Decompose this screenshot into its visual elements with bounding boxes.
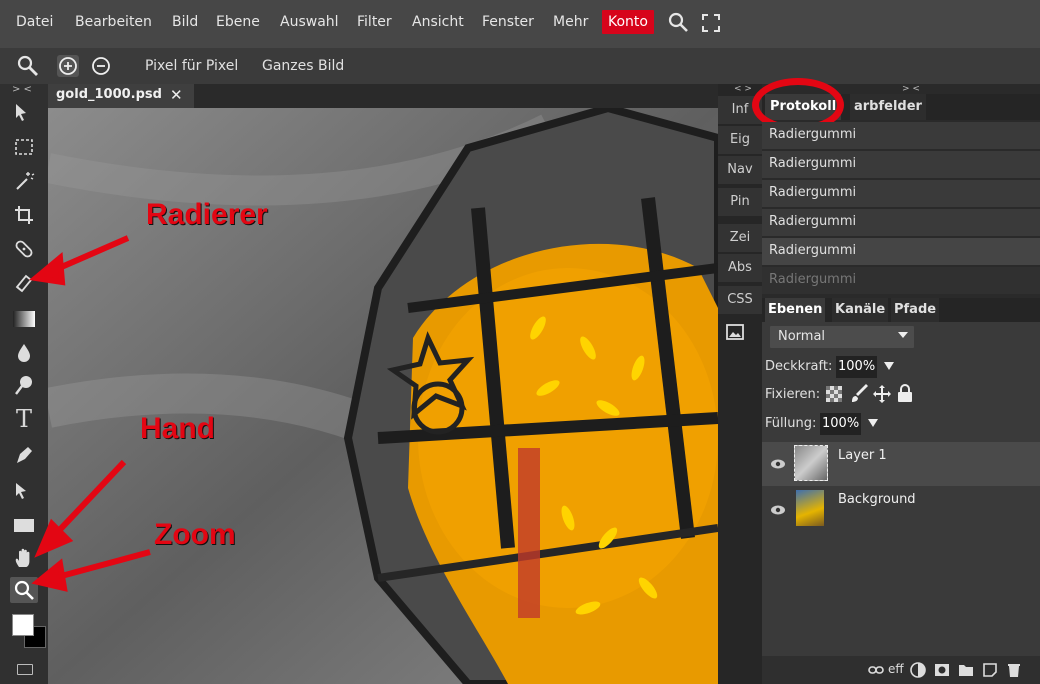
marquee-icon xyxy=(15,139,33,155)
layers-footer: eff xyxy=(762,656,1040,684)
opacity-input[interactable]: 100% xyxy=(836,356,878,378)
options-bar: Pixel für Pixel Ganzes Bild xyxy=(0,48,1040,84)
history-item-disabled[interactable]: Radiergummi xyxy=(762,267,1040,296)
ganzes-bild-button[interactable]: Ganzes Bild xyxy=(262,58,344,74)
history-item-label: Radiergummi xyxy=(769,272,857,287)
layer-effects-button[interactable]: eff xyxy=(888,662,904,676)
history-item-label: Radiergummi xyxy=(769,127,857,142)
history-item-label: Radiergummi xyxy=(769,214,857,229)
menu-mehr[interactable]: Mehr xyxy=(553,10,588,34)
marquee-tool[interactable] xyxy=(10,134,38,160)
lock-move-icon[interactable] xyxy=(872,384,892,404)
tab-navigator[interactable]: Nav xyxy=(718,156,762,184)
lock-brush-icon[interactable] xyxy=(850,384,870,404)
history-item-label: Radiergummi xyxy=(769,185,857,200)
layer-name: Layer 1 xyxy=(838,448,887,463)
history-item[interactable]: Radiergummi xyxy=(762,209,1040,238)
tab-zeichen[interactable]: Zei xyxy=(718,224,762,252)
layers-panel: Normal Deckkraft: 100% Fixieren: Füllung… xyxy=(762,322,1040,684)
side-panel-collapse[interactable]: < > xyxy=(734,84,752,94)
layer-thumbnail xyxy=(796,490,824,526)
tab-farbfelder[interactable]: arbfelder xyxy=(850,94,926,120)
account-button[interactable]: Konto xyxy=(602,10,654,34)
layer-thumbnail xyxy=(794,445,828,481)
layers-tabbar: Ebenen Kanäle Pfade xyxy=(762,298,1040,322)
menu-bild[interactable]: Bild xyxy=(172,10,198,34)
search-icon[interactable] xyxy=(668,12,690,34)
fill-input[interactable]: 100% xyxy=(820,413,862,435)
document-tabs: gold_1000.psd ✕ xyxy=(48,84,718,108)
menu-fenster[interactable]: Fenster xyxy=(482,10,534,34)
lock-all-icon[interactable] xyxy=(896,383,914,403)
right-panels: > < Protokoll arbfelder Radiergummi Radi… xyxy=(752,78,1040,684)
menu-bearbeiten[interactable]: Bearbeiten xyxy=(75,10,152,34)
layer-row[interactable]: Background xyxy=(762,486,1040,530)
menu-datei[interactable]: Datei xyxy=(16,10,53,34)
tab-ebenen[interactable]: Ebenen xyxy=(765,298,826,322)
menu-bar: Datei Bearbeiten Bild Ebene Auswahl Filt… xyxy=(0,0,1040,48)
adjustment-layer-icon[interactable] xyxy=(910,662,926,678)
zoom-tool-icon xyxy=(17,55,38,76)
menu-ebene[interactable]: Ebene xyxy=(216,10,260,34)
menu-auswahl[interactable]: Auswahl xyxy=(280,10,339,34)
layer-row-active[interactable]: Layer 1 xyxy=(762,442,1040,486)
chevron-down-icon xyxy=(898,332,908,338)
document-tab[interactable]: gold_1000.psd ✕ xyxy=(48,84,194,108)
new-layer-icon[interactable] xyxy=(982,662,998,678)
toolbar-collapse[interactable]: > < xyxy=(12,84,32,95)
layer-mask-icon[interactable] xyxy=(934,662,950,678)
visibility-eye-icon[interactable] xyxy=(770,458,786,470)
keyboard-icon[interactable] xyxy=(17,664,33,675)
side-panel-tabs: < > Inf Eig Nav Pin Zei Abs CSS xyxy=(718,84,762,684)
menu-filter[interactable]: Filter xyxy=(357,10,392,34)
document-tab-title: gold_1000.psd xyxy=(56,87,162,102)
lock-transparency-icon[interactable] xyxy=(826,386,842,402)
opacity-label: Deckkraft: xyxy=(765,359,833,374)
tab-pfade[interactable]: Pfade xyxy=(891,298,940,322)
history-item-active[interactable]: Radiergummi xyxy=(762,238,1040,267)
pixel-fuer-pixel-button[interactable]: Pixel für Pixel xyxy=(145,58,238,74)
magic-wand-icon xyxy=(16,172,35,190)
image-icon[interactable] xyxy=(726,324,744,340)
history-item[interactable]: Radiergummi xyxy=(762,151,1040,180)
folder-icon[interactable] xyxy=(958,662,974,678)
history-item-label: Radiergummi xyxy=(769,156,857,171)
fill-label: Füllung: xyxy=(765,416,817,431)
annotation-arrows xyxy=(28,235,151,592)
annotation-zoom: Zoom xyxy=(154,518,236,551)
blend-mode-value: Normal xyxy=(778,329,826,344)
menu-ansicht[interactable]: Ansicht xyxy=(412,10,464,34)
link-layers-icon[interactable] xyxy=(868,665,884,675)
tab-absatz[interactable]: Abs xyxy=(718,254,762,282)
history-item[interactable]: Radiergummi xyxy=(762,122,1040,151)
move-tool[interactable] xyxy=(10,100,38,126)
magic-wand-tool[interactable] xyxy=(10,168,38,194)
history-item[interactable]: Radiergummi xyxy=(762,180,1040,209)
zoom-in-icon[interactable] xyxy=(57,55,79,77)
layer-name: Background xyxy=(838,492,916,507)
close-tab-icon[interactable]: ✕ xyxy=(170,86,183,104)
tab-css[interactable]: CSS xyxy=(718,286,762,314)
annotation-radierer: Radierer xyxy=(146,198,268,231)
opacity-dropdown-icon[interactable] xyxy=(884,362,894,370)
tab-kanaele[interactable]: Kanäle xyxy=(832,298,889,322)
fullscreen-icon[interactable] xyxy=(700,12,722,34)
move-arrow-icon xyxy=(16,104,26,121)
right-panel-collapse[interactable]: > < xyxy=(902,84,920,94)
delete-layer-icon[interactable] xyxy=(1006,662,1022,678)
lock-label: Fixieren: xyxy=(765,387,821,402)
blend-mode-select[interactable]: Normal xyxy=(770,326,914,348)
history-item-label: Radiergummi xyxy=(769,243,857,258)
fill-dropdown-icon[interactable] xyxy=(868,419,878,427)
tab-pinsel[interactable]: Pin xyxy=(718,188,762,216)
annotation-hand: Hand xyxy=(140,412,215,445)
zoom-out-icon[interactable] xyxy=(90,55,112,77)
tab-eigenschaften[interactable]: Eig xyxy=(718,126,762,154)
visibility-eye-icon[interactable] xyxy=(770,504,786,516)
